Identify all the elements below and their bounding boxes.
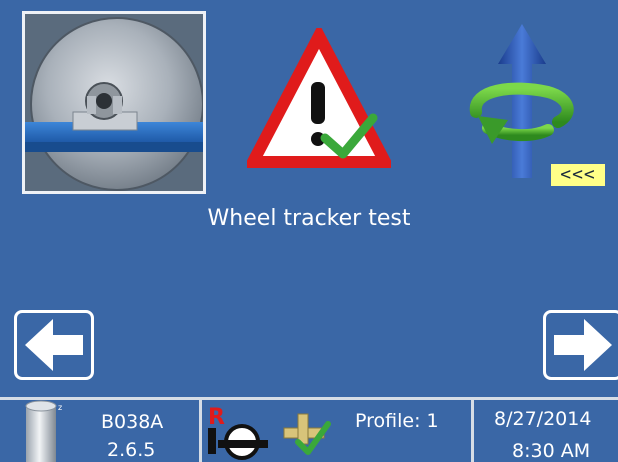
date-display: 8/27/2014 — [494, 408, 592, 430]
profile-value: 1 — [426, 410, 439, 432]
svg-text:R: R — [208, 405, 225, 430]
wheel-image — [25, 14, 203, 191]
status-device-info: z B038A 2.6.5 — [0, 400, 199, 462]
svg-text:z: z — [58, 403, 62, 412]
photo-content — [25, 14, 203, 191]
attachment-check-icon — [283, 413, 331, 455]
rotate-arrow-icon — [462, 20, 582, 182]
firmware-version: 2.6.5 — [107, 439, 156, 461]
status-bar: z B038A 2.6.5 R Profile: 1 8/27/2014 8:3… — [0, 397, 618, 462]
device-model: B038A — [101, 411, 164, 433]
status-profile: R Profile: 1 — [202, 400, 471, 462]
direction-badge: <<< — [551, 164, 605, 186]
profile-label: Profile: — [355, 410, 421, 432]
warning-check-icon — [243, 23, 395, 172]
wheel-tracker-photo — [22, 11, 206, 194]
r-tool-icon: R — [208, 405, 268, 460]
screen: <<< Wheel tracker test z B038A 2.6.5 R P… — [0, 0, 618, 462]
page-title: Wheel tracker test — [207, 206, 411, 231]
status-datetime: 8/27/2014 8:30 AM — [474, 400, 618, 462]
next-button[interactable] — [543, 310, 618, 380]
profile-info: Profile: 1 — [355, 410, 439, 432]
back-button[interactable] — [14, 310, 94, 380]
arrow-right-icon — [554, 319, 612, 371]
time-display: 8:30 AM — [512, 440, 591, 462]
sensor-cylinder-icon: z — [25, 400, 62, 462]
arrow-left-icon — [25, 319, 83, 371]
